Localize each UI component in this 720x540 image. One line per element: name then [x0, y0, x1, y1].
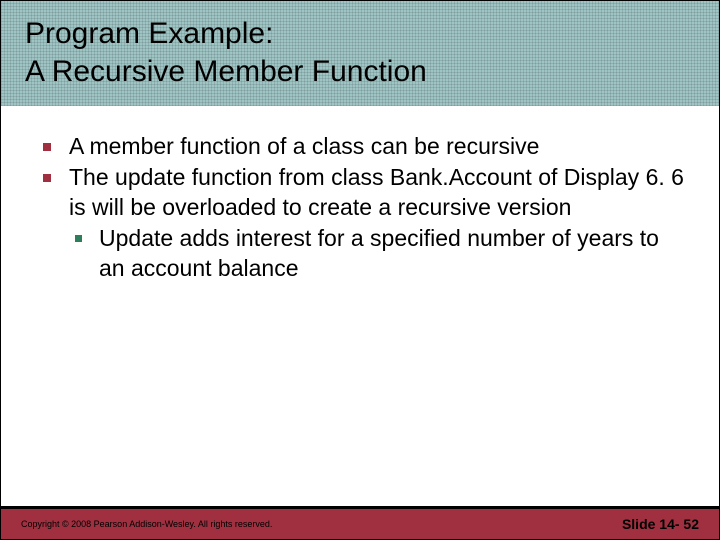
bullet-list: A member function of a class can be recu… — [39, 132, 689, 283]
bullet-item: The update function from class Bank.Acco… — [39, 163, 689, 283]
copyright-text: Copyright © 2008 Pearson Addison-Wesley.… — [21, 519, 272, 529]
sub-bullet-text: Update adds interest for a specified num… — [99, 225, 659, 280]
bullet-item: A member function of a class can be recu… — [39, 132, 689, 161]
title-bar: Program Example: A Recursive Member Func… — [1, 1, 719, 106]
slide-body: A member function of a class can be recu… — [1, 106, 719, 283]
title-line-1: Program Example: — [25, 17, 273, 50]
sub-bullet-item: Update adds interest for a specified num… — [69, 224, 689, 283]
slide-title: Program Example: A Recursive Member Func… — [25, 15, 699, 90]
title-line-2: A Recursive Member Function — [25, 55, 427, 88]
footer: Copyright © 2008 Pearson Addison-Wesley.… — [1, 509, 719, 539]
slide-number: Slide 14- 52 — [622, 516, 699, 532]
bullet-text: A member function of a class can be recu… — [69, 133, 539, 159]
slide: Program Example: A Recursive Member Func… — [0, 0, 720, 540]
bullet-text: The update function from class Bank.Acco… — [69, 164, 684, 219]
sub-bullet-list: Update adds interest for a specified num… — [69, 224, 689, 283]
